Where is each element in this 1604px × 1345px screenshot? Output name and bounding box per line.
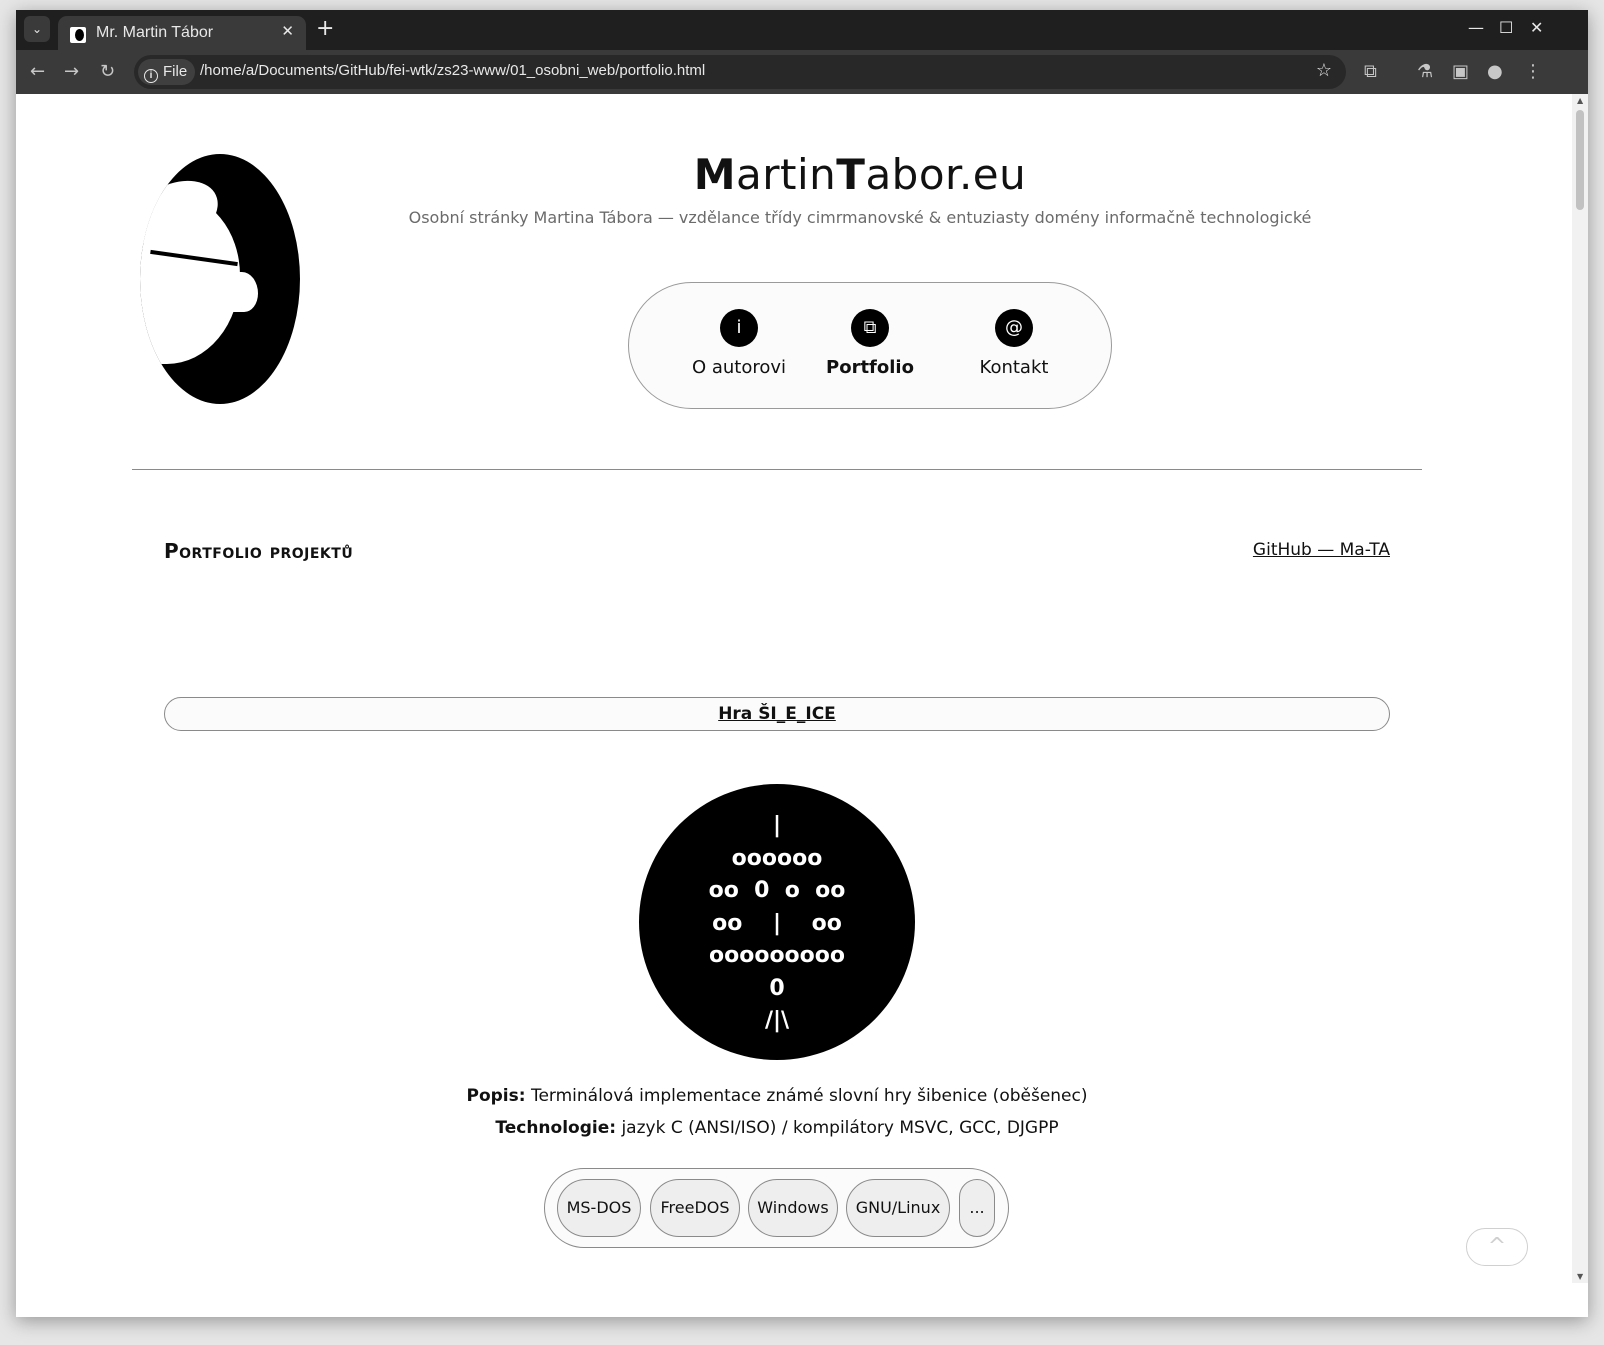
github-link[interactable]: GitHub — Ma-TA (1253, 540, 1390, 560)
labs-icon[interactable]: ⚗ (1417, 60, 1433, 84)
nav-label: Portfolio (826, 357, 914, 378)
hangman-ascii-art: | oooooo oo 0 o oo oo | oo ooooooooo 0 /… (708, 813, 846, 1033)
author-portrait-image (140, 154, 300, 404)
browser-window: ⌄ Mr. Martin Tábor ✕ + — ☐ ✕ ← → ↻ i File… (16, 10, 1588, 1317)
platform-chip-gnu-linux[interactable]: GNU/Linux (846, 1179, 950, 1237)
minimize-icon[interactable]: — (1468, 18, 1484, 37)
bookmark-star-icon[interactable]: ☆ (1316, 60, 1332, 81)
scroll-up-arrow-icon[interactable]: ▲ (1577, 96, 1583, 105)
scrollbar-thumb[interactable] (1576, 110, 1584, 210)
project-description: Popis: Terminálová implementace známé sl… (16, 1086, 1538, 1106)
platform-chip-group: MS-DOS FreeDOS Windows GNU/Linux ... (544, 1168, 1009, 1248)
scroll-down-arrow-icon[interactable]: ▼ (1577, 1272, 1583, 1281)
title-part1: artin (736, 150, 837, 199)
back-icon[interactable]: ← (30, 60, 45, 84)
title-part2: abor.eu (865, 150, 1027, 199)
portfolio-icon: ⧉ (851, 309, 889, 347)
title-initial-t: T (836, 150, 866, 199)
reload-icon[interactable]: ↻ (100, 60, 115, 84)
site-subtitle: Osobní stránky Martina Tábora — vzdělanc… (408, 208, 1312, 227)
title-initial-m: M (693, 150, 737, 199)
platform-chip-ms-dos[interactable]: MS-DOS (557, 1179, 641, 1237)
at-icon: @ (995, 309, 1033, 347)
browser-toolbar: ← → ↻ i File /home/a/Documents/GitHub/fei… (16, 50, 1588, 94)
site-info-label: File (163, 63, 188, 80)
side-panel-icon[interactable]: ▣ (1452, 60, 1469, 84)
nav-label: O autorovi (691, 357, 787, 378)
favicon-icon (70, 27, 86, 43)
tab-search-button[interactable]: ⌄ (24, 16, 50, 42)
platform-chip-windows[interactable]: Windows (748, 1179, 838, 1237)
nav-item-portfolio[interactable]: ⧉ Portfolio (805, 309, 935, 378)
project-title-link[interactable]: Hra ŠI_E_ICE (718, 704, 836, 724)
tab-title: Mr. Martin Tábor (96, 24, 214, 41)
header-divider (132, 469, 1422, 470)
platform-chip-more[interactable]: ... (959, 1179, 995, 1237)
description-text: Terminálová implementace známé slovní hr… (530, 1086, 1088, 1106)
hangman-ascii-image: | oooooo oo 0 o oo oo | oo ooooooooo 0 /… (639, 784, 915, 1060)
page-viewport: MartinTabor.eu Osobní stránky Martina Tá… (16, 94, 1572, 1283)
close-window-icon[interactable]: ✕ (1530, 18, 1543, 37)
main-navigation: i O autorovi ⧉ Portfolio @ Kontakt (628, 282, 1112, 409)
forward-icon[interactable]: → (64, 60, 79, 84)
portrait-nose-shape (228, 272, 258, 312)
browser-tab-active[interactable]: Mr. Martin Tábor ✕ (58, 16, 306, 50)
url-text[interactable]: /home/a/Documents/GitHub/fei-wtk/zs23-ww… (200, 62, 705, 79)
menu-icon[interactable]: ⋮ (1524, 60, 1542, 84)
new-tab-button[interactable]: + (316, 16, 334, 41)
project-technology: Technologie: jazyk C (ANSI/ISO) / kompil… (16, 1118, 1538, 1138)
page-scrollbar[interactable]: ▲ ▼ (1572, 94, 1588, 1283)
profile-icon[interactable]: ● (1487, 60, 1503, 84)
info-icon: i (144, 69, 158, 83)
description-label: Popis: (466, 1086, 526, 1106)
nav-label: Kontakt (979, 357, 1049, 378)
back-to-top-button[interactable]: ^ (1466, 1228, 1528, 1266)
close-tab-icon[interactable]: ✕ (281, 22, 294, 40)
technology-text: jazyk C (ANSI/ISO) / kompilátory MSVC, G… (621, 1118, 1059, 1138)
address-bar[interactable]: i File /home/a/Documents/GitHub/fei-wtk/z… (134, 55, 1346, 89)
site-info-chip[interactable]: i File (138, 59, 196, 85)
technology-label: Technologie: (495, 1118, 617, 1138)
nav-item-o-autorovi[interactable]: i O autorovi (674, 309, 804, 378)
portrait-face-shape (140, 194, 240, 364)
extensions-icon[interactable]: ⧉ (1364, 60, 1377, 84)
section-title: Portfolio projektů (164, 539, 354, 563)
maximize-icon[interactable]: ☐ (1499, 18, 1513, 37)
platform-chip-freedos[interactable]: FreeDOS (650, 1179, 740, 1237)
info-icon: i (720, 309, 758, 347)
tab-strip: ⌄ Mr. Martin Tábor ✕ + — ☐ ✕ (16, 10, 1588, 50)
nav-item-kontakt[interactable]: @ Kontakt (949, 309, 1079, 378)
project-title-bar[interactable]: Hra ŠI_E_ICE (164, 697, 1390, 731)
